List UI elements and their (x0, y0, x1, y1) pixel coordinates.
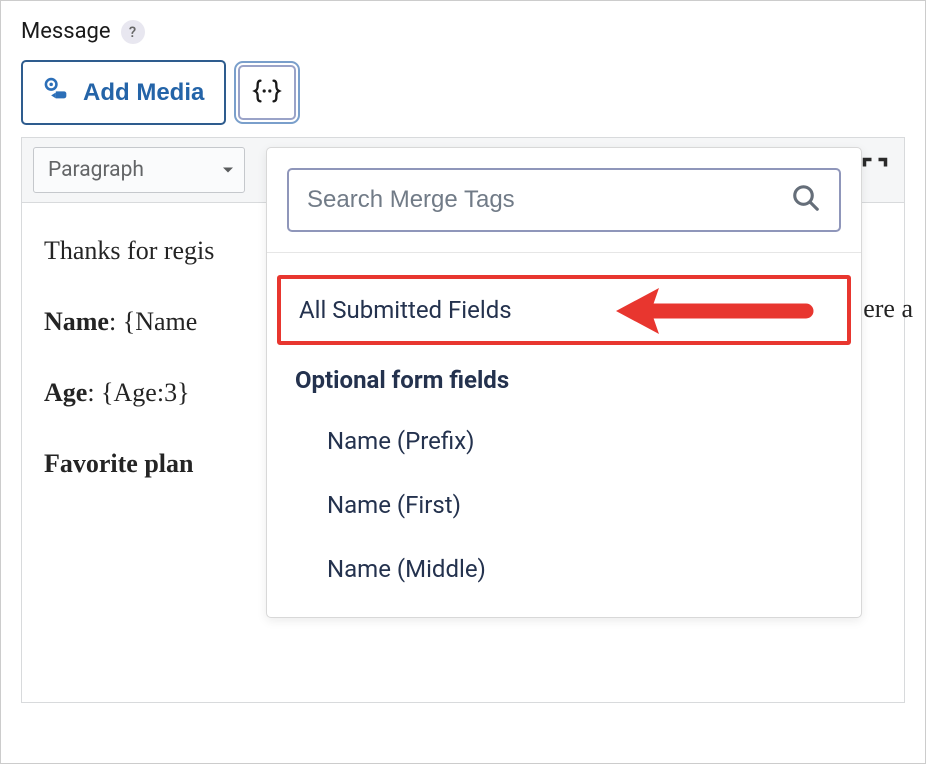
help-icon[interactable]: ? (121, 20, 145, 44)
merge-item-name-prefix[interactable]: Name (Prefix) (267, 409, 861, 473)
add-media-label: Add Media (83, 79, 204, 107)
dropdown-section: All Submitted Fields Optional form field… (267, 253, 861, 617)
button-row: Add Media (21, 60, 905, 125)
paragraph-format-select[interactable]: Paragraph (33, 147, 245, 193)
search-input[interactable] (307, 186, 791, 214)
merge-tag-icon (252, 78, 282, 107)
search-box (287, 168, 841, 232)
merge-item-all-fields[interactable]: All Submitted Fields (277, 275, 851, 345)
merge-item-name-first[interactable]: Name (First) (267, 473, 861, 537)
search-icon (791, 183, 821, 217)
fullscreen-icon[interactable] (861, 156, 889, 184)
merge-tags-dropdown: All Submitted Fields Optional form field… (266, 147, 862, 618)
media-icon (43, 75, 71, 110)
optional-fields-header: Optional form fields (267, 355, 861, 409)
field-label-row: Message ? (21, 19, 905, 44)
search-wrapper (267, 148, 861, 252)
merge-item-name-middle[interactable]: Name (Middle) (267, 537, 861, 601)
content-line1-behind: ere a (863, 294, 913, 324)
merge-tag-button[interactable] (238, 65, 296, 120)
paragraph-select-label: Paragraph (48, 158, 144, 182)
chevron-down-icon (222, 158, 234, 182)
add-media-button[interactable]: Add Media (21, 60, 226, 125)
field-label: Message (21, 19, 111, 44)
